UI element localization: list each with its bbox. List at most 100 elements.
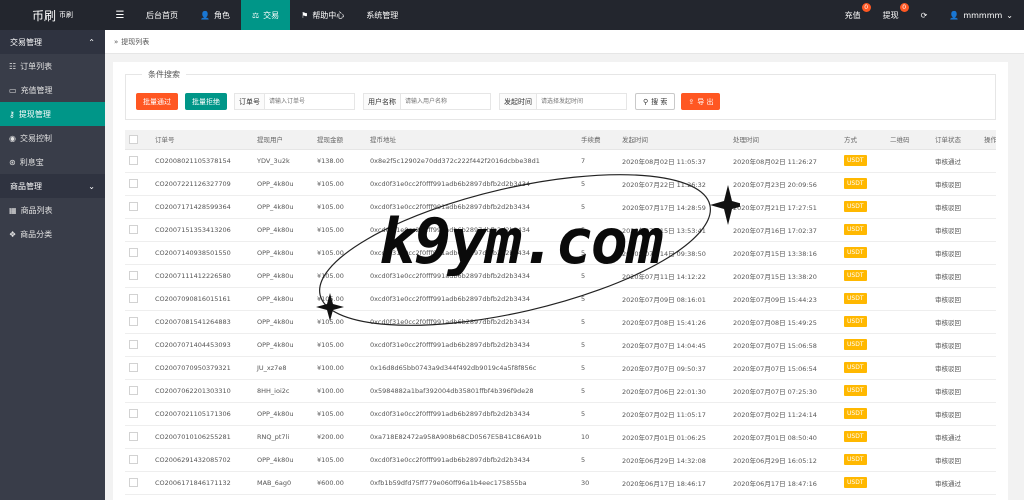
wallet-address-cell: 0xa718E82472a958A908b68CD0567E5B41C86A91…	[366, 425, 577, 449]
usdt-badge: USDT	[844, 362, 867, 373]
row-checkbox[interactable]	[129, 294, 138, 303]
order-status-cell: 审核驳回	[931, 448, 980, 472]
menu-toggle-button[interactable]: ☰	[105, 0, 135, 30]
sidebar-item-recharge[interactable]: ▭ 充值管理	[0, 78, 105, 102]
table-row[interactable]: CO2007070950379321 JU_xz7e8 ¥100.00 0x16d8d…	[125, 356, 996, 380]
nav-item-role[interactable]: 👤 角色	[189, 0, 241, 30]
key-icon: ⚷	[9, 109, 15, 119]
fee-cell: 5	[577, 310, 618, 334]
recharge-label: 充值	[844, 10, 861, 20]
wallet-address-cell: 0x8e2f5c12902e70dd372c222f442f2016dcbbe3…	[366, 149, 577, 173]
batch-approve-button[interactable]: 批量通过	[136, 93, 178, 110]
grid-icon: ▦	[9, 205, 17, 215]
row-checkbox[interactable]	[129, 248, 138, 257]
actions-cell	[980, 218, 996, 242]
wallet-address-cell: 0xcd0f31e0cc2f0fff991adb6b2897dbfb2d2b34…	[366, 448, 577, 472]
order-status-cell: 审核驳回	[931, 241, 980, 265]
table-row[interactable]: CO2006171846171132 MAB_6ag0 ¥600.00 0xfb1b5…	[125, 471, 996, 495]
row-checkbox[interactable]	[129, 386, 138, 395]
table-row[interactable]: CO2007151353413206 OPP_4k80u ¥105.00 0xcd0f…	[125, 218, 996, 242]
sidebar-item-withdraw[interactable]: ⚷ 提现管理	[0, 102, 105, 126]
sidebar-item-trade-control[interactable]: ◉ 交易控制	[0, 126, 105, 150]
order-status-cell: 审核驳回	[931, 195, 980, 219]
row-checkbox[interactable]	[129, 202, 138, 211]
withdraw-amount-cell: ¥200.00	[313, 425, 366, 449]
payment-method-cell: USDT	[840, 402, 886, 426]
recharge-button[interactable]: 充值 0	[834, 0, 872, 30]
row-checkbox[interactable]	[129, 317, 138, 326]
table-row[interactable]: CO2007010106255281 RNQ_pt7li ¥200.00 0xa718…	[125, 425, 996, 449]
row-checkbox[interactable]	[129, 409, 138, 418]
table-row[interactable]: CO2007221126327709 OPP_4k80u ¥105.00 0xcd0f…	[125, 172, 996, 196]
row-checkbox[interactable]	[129, 225, 138, 234]
row-checkbox[interactable]	[129, 340, 138, 349]
withdraw-button[interactable]: 提现 0	[872, 0, 910, 30]
nav-item-system[interactable]: 系统管理	[355, 0, 409, 30]
wallet-address-cell: 0xcd0f31e0cc2f0fff991adb6b2897dbfb2d2b34…	[366, 310, 577, 334]
nav-item-trade[interactable]: ⚖ 交易	[240, 0, 291, 30]
row-checkbox[interactable]	[129, 432, 138, 441]
sidebar-item-goods-list[interactable]: ▦ 商品列表	[0, 198, 105, 222]
user-menu[interactable]: 👤 mmmmm ⌄	[938, 0, 1024, 30]
table-row[interactable]: CO2007090816015161 OPP_4k80u ¥105.00 0xcd0f…	[125, 287, 996, 311]
table-row[interactable]: CO2007111412226580 OPP_4k80u ¥105.00 0xcd0f…	[125, 264, 996, 288]
trade-icon: ⚖	[251, 10, 260, 20]
order-input[interactable]	[264, 93, 355, 110]
table-row[interactable]: CO2006291432085702 OPP_4k80u ¥105.00 0xcd0f…	[125, 448, 996, 472]
sidebar-item-orders[interactable]: ☷ 订单列表	[0, 54, 105, 78]
row-select-cell	[125, 241, 151, 265]
nav-item-home[interactable]: 后台首页	[135, 0, 189, 30]
table-row[interactable]: CO2007062201303310 8HH_ioi2c ¥100.00 0x5984…	[125, 379, 996, 403]
column-header: 处理时间	[729, 130, 840, 150]
row-checkbox[interactable]	[129, 156, 138, 165]
withdraw-amount-cell: ¥105.00	[313, 402, 366, 426]
processed-time-cell: 2020年07月07日 07:25:30	[729, 379, 840, 403]
sidebar-group-goods[interactable]: 商品管理 ⌄	[0, 174, 105, 198]
refresh-icon: ⟳	[920, 10, 928, 20]
row-checkbox[interactable]	[129, 271, 138, 280]
sidebar-item-interest[interactable]: ⊛ 利息宝	[0, 150, 105, 174]
table-row[interactable]: CO2007140938501550 OPP_4k80u ¥105.00 0xcd0f…	[125, 241, 996, 265]
wallet-icon: ▭	[9, 85, 17, 95]
table-row[interactable]: CO2007171428599364 OPP_4k80u ¥105.00 0xcd0f…	[125, 195, 996, 219]
sidebar-item-label: 提现管理	[18, 109, 51, 119]
column-header: 提币地址	[366, 130, 577, 150]
nav-item-label: 帮助中心	[312, 10, 345, 20]
sidebar-item-label: 利息宝	[19, 157, 44, 167]
column-header: 订单号	[151, 130, 253, 150]
row-checkbox[interactable]	[129, 478, 138, 487]
search-button-label: 搜 索	[651, 97, 668, 106]
search-button[interactable]: ⚲ 搜 索	[635, 93, 676, 110]
row-select-cell	[125, 356, 151, 380]
nav-item-help[interactable]: ⚑ 帮助中心	[290, 0, 355, 30]
created-time-cell: 2020年07月09日 08:16:01	[618, 287, 729, 311]
usdt-badge: USDT	[844, 454, 867, 465]
breadcrumb-current[interactable]: 提现列表	[121, 37, 149, 47]
created-time-cell: 2020年07月22日 11:26:32	[618, 172, 729, 196]
flag-icon: ⚑	[301, 10, 309, 20]
breadcrumb-separator-icon: »	[114, 37, 119, 46]
table-row[interactable]: CO2007071404453093 OPP_4k80u ¥105.00 0xcd0f…	[125, 333, 996, 357]
table-row[interactable]: CO2008021105378154 YDV_3u2k ¥138.00 0x8e2f5…	[125, 149, 996, 173]
row-checkbox[interactable]	[129, 455, 138, 464]
table-row[interactable]: CO2007081541264883 OPP_4k80u ¥105.00 0xcd0f…	[125, 310, 996, 334]
column-header: 手续费	[577, 130, 618, 150]
table-row[interactable]: CO2007021105171306 OPP_4k80u ¥105.00 0xcd0f…	[125, 402, 996, 426]
time-input[interactable]	[536, 93, 627, 110]
withdraw-amount-cell: ¥105.00	[313, 218, 366, 242]
export-button[interactable]: ⇪ 导 出	[681, 93, 721, 110]
order-id-cell: CO2007071404453093	[151, 333, 253, 357]
sidebar-item-goods-category[interactable]: ❖ 商品分类	[0, 222, 105, 246]
sidebar-group-trade[interactable]: 交易管理 ⌃	[0, 30, 105, 54]
select-all-checkbox[interactable]	[129, 134, 138, 144]
row-checkbox[interactable]	[129, 363, 138, 372]
order-status-cell: 审核驳回	[931, 287, 980, 311]
app-logo[interactable]: 币刷 币刷	[0, 0, 105, 30]
row-checkbox[interactable]	[129, 179, 138, 188]
actions-cell	[980, 149, 996, 173]
qr-code-cell	[886, 149, 931, 173]
user-input[interactable]	[400, 93, 491, 110]
batch-reject-button[interactable]: 批量拒绝	[185, 93, 227, 110]
order-label: 订单号	[234, 93, 264, 110]
refresh-button[interactable]: ⟳	[910, 0, 939, 30]
